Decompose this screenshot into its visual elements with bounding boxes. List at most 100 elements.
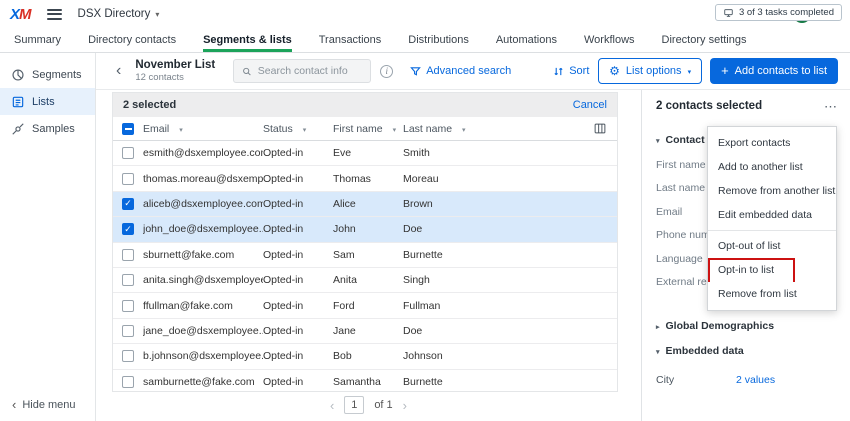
tab-automations[interactable]: Automations bbox=[496, 28, 557, 52]
tab-directory-contacts[interactable]: Directory contacts bbox=[88, 28, 176, 52]
tab-segments-lists[interactable]: Segments & lists bbox=[203, 28, 292, 52]
column-label: Status bbox=[263, 123, 293, 135]
tab-transactions[interactable]: Transactions bbox=[319, 28, 382, 52]
add-contacts-label: Add contacts to list bbox=[735, 65, 827, 77]
selection-bar: 2 selected Cancel bbox=[113, 93, 617, 117]
info-icon[interactable]: i bbox=[380, 65, 393, 78]
cell-last-name: Doe bbox=[403, 223, 499, 235]
selected-count: 2 selected bbox=[123, 99, 176, 111]
table-row[interactable]: ffullman@fake.comOpted-inFordFullman bbox=[113, 293, 617, 318]
sidebar-item-label: Lists bbox=[32, 96, 55, 108]
row-checkbox[interactable] bbox=[122, 300, 134, 312]
table-row[interactable]: sburnett@fake.comOpted-inSamBurnette bbox=[113, 243, 617, 268]
menu-item-opt-out-of-list[interactable]: Opt-out of list bbox=[708, 234, 836, 258]
row-checkbox[interactable]: ✓ bbox=[122, 198, 134, 210]
tab-summary[interactable]: Summary bbox=[14, 28, 61, 52]
cell-last-name: Burnette bbox=[403, 376, 499, 388]
row-checkbox[interactable] bbox=[122, 350, 134, 362]
column-header-first-name[interactable]: First name bbox=[333, 123, 403, 135]
directory-selector[interactable]: DSX Directory bbox=[78, 8, 160, 20]
table-body: esmith@dsxemployee.comOpted-inEveSmithth… bbox=[113, 141, 617, 392]
embedded-data-header[interactable]: Embedded data bbox=[656, 345, 840, 357]
menu-item-remove-from-list[interactable]: Remove from list bbox=[708, 282, 836, 306]
sidebar-item-lists[interactable]: Lists bbox=[0, 88, 95, 115]
row-checkbox[interactable]: ✓ bbox=[122, 223, 134, 235]
chevron-down-icon bbox=[303, 123, 307, 135]
cell-status: Opted-in bbox=[263, 223, 333, 235]
cell-last-name: Johnson bbox=[403, 350, 499, 362]
previous-page-icon[interactable]: ‹ bbox=[330, 399, 334, 412]
contacts-table: 2 selected Cancel Email Status First nam… bbox=[112, 92, 618, 392]
table-row[interactable]: esmith@dsxemployee.comOpted-inEveSmith bbox=[113, 141, 617, 166]
hide-menu-button[interactable]: Hide menu bbox=[12, 397, 76, 412]
tab-distributions[interactable]: Distributions bbox=[408, 28, 469, 52]
menu-item-export-contacts[interactable]: Export contacts bbox=[708, 131, 836, 155]
cell-first-name: Samantha bbox=[333, 376, 403, 388]
tasks-completed-badge[interactable]: 3 of 3 tasks completed bbox=[715, 4, 842, 21]
chevron-expanded-icon bbox=[656, 345, 660, 357]
table-row[interactable]: ✓john_doe@dsxemployee....Opted-inJohnDoe bbox=[113, 217, 617, 242]
table-row[interactable]: thomas.moreau@dsxempl...Opted-inThomasMo… bbox=[113, 166, 617, 191]
cell-first-name: Jane bbox=[333, 325, 403, 337]
cell-status: Opted-in bbox=[263, 198, 333, 210]
sidebar-item-label: Samples bbox=[32, 123, 75, 135]
table-row[interactable]: anita.singh@dsxemployee...Opted-inAnitaS… bbox=[113, 268, 617, 293]
tab-workflows[interactable]: Workflows bbox=[584, 28, 635, 52]
hamburger-menu-icon[interactable] bbox=[47, 9, 62, 20]
table-row[interactable]: ✓aliceb@dsxemployee.comOpted-inAliceBrow… bbox=[113, 192, 617, 217]
cell-first-name: Thomas bbox=[333, 173, 403, 185]
list-options-button[interactable]: ⚙ List options bbox=[598, 58, 702, 84]
table-row[interactable]: samburnette@fake.comOpted-inSamanthaBurn… bbox=[113, 370, 617, 392]
tab-directory-settings[interactable]: Directory settings bbox=[662, 28, 747, 52]
city-values-link[interactable]: 2 values bbox=[736, 374, 775, 386]
table-row[interactable]: jane_doe@dsxemployee....Opted-inJaneDoe bbox=[113, 319, 617, 344]
cancel-selection-link[interactable]: Cancel bbox=[573, 99, 607, 111]
cell-last-name: Moreau bbox=[403, 173, 499, 185]
back-chevron-icon[interactable]: ‹ bbox=[112, 63, 125, 79]
cell-email: esmith@dsxemployee.com bbox=[143, 147, 263, 159]
more-options-icon[interactable]: ⋯ bbox=[824, 100, 838, 113]
cell-email: ffullman@fake.com bbox=[143, 300, 263, 312]
menu-item-add-to-another-list[interactable]: Add to another list bbox=[708, 155, 836, 179]
search-icon bbox=[242, 66, 252, 77]
sidebar-item-samples[interactable]: Samples bbox=[0, 115, 95, 142]
row-checkbox[interactable] bbox=[122, 325, 134, 337]
cell-email: sburnett@fake.com bbox=[143, 249, 263, 261]
cell-status: Opted-in bbox=[263, 325, 333, 337]
add-contacts-button[interactable]: Add contacts to list bbox=[710, 58, 838, 84]
cell-first-name: John bbox=[333, 223, 403, 235]
row-checkbox[interactable] bbox=[122, 147, 134, 159]
column-header-status[interactable]: Status bbox=[263, 123, 333, 135]
row-checkbox[interactable] bbox=[122, 173, 134, 185]
column-picker-icon[interactable] bbox=[583, 122, 617, 135]
column-header-last-name[interactable]: Last name bbox=[403, 123, 499, 135]
row-checkbox[interactable] bbox=[122, 249, 134, 261]
filter-funnel-icon bbox=[410, 66, 421, 77]
current-page-number[interactable]: 1 bbox=[344, 396, 364, 414]
sidebar-items: Segments Lists Samples bbox=[0, 53, 95, 142]
sort-button[interactable]: Sort bbox=[553, 65, 589, 77]
next-page-icon[interactable]: › bbox=[403, 399, 407, 412]
cell-first-name: Sam bbox=[333, 249, 403, 261]
context-menu: Export contactsAdd to another listRemove… bbox=[707, 126, 837, 311]
column-header-email[interactable]: Email bbox=[143, 123, 263, 135]
menu-divider bbox=[708, 230, 836, 231]
cell-status: Opted-in bbox=[263, 376, 333, 388]
search-box bbox=[233, 59, 371, 83]
city-field-label: City bbox=[656, 374, 736, 386]
search-input[interactable] bbox=[258, 65, 362, 77]
menu-item-remove-from-another-list[interactable]: Remove from another list bbox=[708, 179, 836, 203]
sidebar: Segments Lists Samples Hide menu bbox=[0, 53, 96, 421]
sidebar-item-segments[interactable]: Segments bbox=[0, 61, 95, 88]
select-all-checkbox[interactable] bbox=[122, 123, 134, 135]
row-checkbox[interactable] bbox=[122, 376, 134, 388]
menu-item-opt-in-to-list[interactable]: Opt-in to list bbox=[708, 258, 836, 282]
global-demographics-header[interactable]: Global Demographics bbox=[656, 320, 840, 332]
table-row[interactable]: b.johnson@dsxemployee....Opted-inBobJohn… bbox=[113, 344, 617, 369]
lists-icon bbox=[11, 95, 25, 109]
cell-last-name: Burnette bbox=[403, 249, 499, 261]
menu-item-edit-embedded-data[interactable]: Edit embedded data bbox=[708, 203, 836, 227]
row-checkbox[interactable] bbox=[122, 274, 134, 286]
advanced-search-button[interactable]: Advanced search bbox=[410, 65, 511, 77]
column-label: First name bbox=[333, 123, 383, 135]
